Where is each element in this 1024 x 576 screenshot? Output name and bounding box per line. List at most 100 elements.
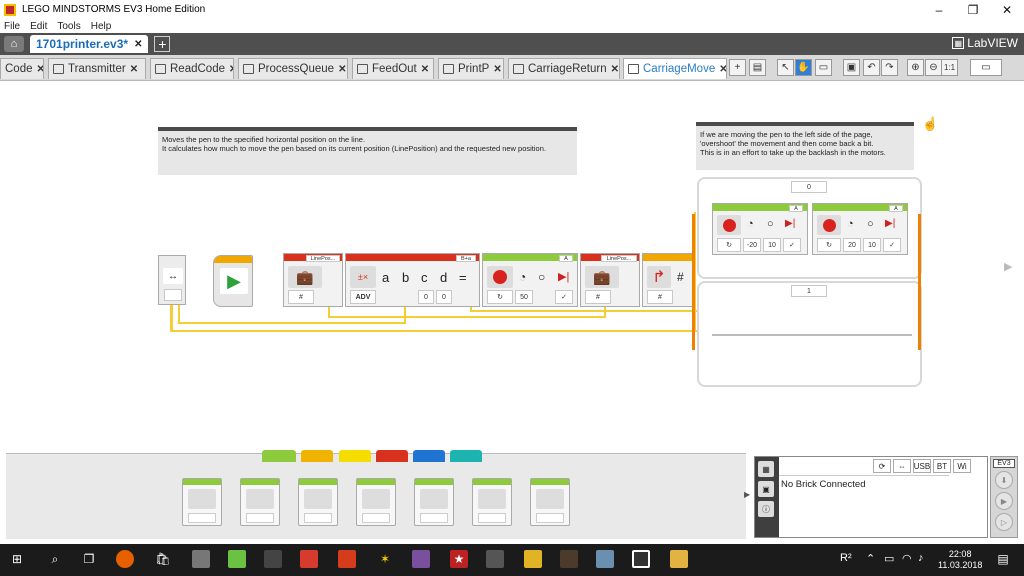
menu-help[interactable]: Help	[91, 21, 112, 32]
taskbar-app-icon[interactable]	[596, 550, 614, 568]
taskbar-app-icon[interactable]: ✶	[376, 550, 394, 568]
tray-label[interactable]: R²	[840, 552, 852, 564]
taskbar-app-icon[interactable]	[560, 550, 578, 568]
taskbar-app-icon[interactable]	[192, 550, 210, 568]
variable-write-block[interactable]: LinePos... 💼 #	[580, 253, 640, 307]
taskbar-app-icon[interactable]	[228, 550, 246, 568]
motor-power-value[interactable]: 20	[843, 238, 861, 252]
brick-info-icon[interactable]: ▦	[758, 461, 774, 477]
palette-move-tank[interactable]	[356, 478, 396, 526]
taskbar-app-icon[interactable]	[338, 550, 356, 568]
close-project-icon[interactable]: ✕	[134, 39, 142, 50]
palette-tab-advanced[interactable]	[413, 450, 445, 462]
content-editor-icon[interactable]: ▤	[749, 59, 766, 76]
motor-degrees-value[interactable]: 10	[763, 238, 781, 252]
port-view-icon[interactable]: ▣	[758, 481, 774, 497]
brake-check-icon[interactable]: ✓	[783, 238, 801, 252]
add-project-button[interactable]: +	[154, 36, 171, 52]
system-clock[interactable]: 22:08 11.03.2018	[938, 549, 982, 571]
motor-port[interactable]: A	[559, 255, 573, 262]
close-tab-icon[interactable]: ✕	[493, 64, 501, 75]
palette-tab-sensor[interactable]	[339, 450, 371, 462]
select-tool-icon[interactable]: ↖	[777, 59, 794, 76]
connect-icon[interactable]: ⇔	[893, 459, 911, 473]
program-tab-code[interactable]: Code ✕	[0, 58, 44, 79]
zoom-out-icon[interactable]: ⊖	[925, 59, 942, 76]
math-input-a[interactable]: a	[382, 270, 389, 285]
redo-icon[interactable]: ↷	[881, 59, 898, 76]
volume-icon[interactable]: ♪	[918, 552, 924, 564]
input-parameter-block[interactable]: ↔	[158, 255, 186, 305]
download-run-icon[interactable]: ▶	[995, 492, 1013, 510]
start-block[interactable]: ▶	[213, 255, 253, 307]
wifi-icon[interactable]: ◠	[902, 552, 912, 565]
switch-block[interactable]: ↱ # #	[642, 253, 694, 307]
math-input-b[interactable]: b	[402, 270, 409, 285]
network-icon[interactable]: ▭	[884, 552, 894, 565]
motor-port[interactable]: A	[889, 205, 903, 212]
roblox-icon[interactable]	[300, 550, 318, 568]
motor-power-value[interactable]: -20	[743, 238, 761, 252]
sub-motor-block-2[interactable]: A ◔ ○ ▶| ↻ 20 10 ✓	[812, 203, 908, 255]
program-tab-carriagemove[interactable]: CarriageMove ✕	[623, 58, 727, 79]
menu-file[interactable]: File	[4, 21, 20, 32]
brake-check-icon[interactable]: ✓	[555, 290, 573, 304]
usb-button[interactable]: USB	[913, 459, 931, 473]
variable-mode-icon[interactable]: #	[288, 290, 314, 304]
math-value-c[interactable]: 0	[418, 290, 434, 304]
zoom-reset-button[interactable]: 1:1	[941, 59, 958, 76]
close-tab-icon[interactable]: ✕	[37, 64, 44, 75]
windows-start-icon[interactable]: ⊞	[8, 550, 26, 568]
comment-tool-icon[interactable]: ▭	[815, 59, 832, 76]
program-tab-carriagereturn[interactable]: CarriageReturn ✕	[508, 58, 620, 79]
program-tab-processqueue[interactable]: ProcessQueue ✕	[238, 58, 348, 79]
switch-input-hash[interactable]: #	[677, 270, 684, 284]
comment-block[interactable]: If we are moving the pen to the left sid…	[696, 122, 914, 170]
add-program-button[interactable]: +	[729, 59, 746, 76]
motor-mode-icon[interactable]: ↻	[717, 238, 741, 252]
motor-port[interactable]: A	[789, 205, 803, 212]
taskbar-app-icon[interactable]	[264, 550, 282, 568]
math-value-d[interactable]: 0	[436, 290, 452, 304]
case-value-0[interactable]: 0	[791, 181, 827, 193]
run-selected-icon[interactable]: ▷	[995, 513, 1013, 531]
brake-check-icon[interactable]: ✓	[883, 238, 901, 252]
variable-read-block[interactable]: LinePos... 💼 #	[283, 253, 343, 307]
math-block[interactable]: B+a ±× a b c d = ADV 0 0	[345, 253, 480, 307]
program-tab-feedout[interactable]: FeedOut ✕	[352, 58, 434, 79]
close-window-button[interactable]: ✕	[990, 0, 1024, 19]
palette-tab-myblocks[interactable]	[450, 450, 482, 462]
motor-mode-icon[interactable]: ↻	[817, 238, 841, 252]
close-tab-icon[interactable]: ✕	[338, 64, 346, 75]
scroll-right-icon[interactable]: ▶	[1004, 260, 1012, 273]
pan-tool-icon[interactable]: ✋	[795, 59, 812, 76]
palette-large-motor[interactable]	[240, 478, 280, 526]
taskbar-app-icon[interactable]: ★	[450, 550, 468, 568]
robot-educator-icon[interactable]: ▭	[970, 59, 1002, 76]
variable-name[interactable]: LinePos...	[306, 255, 340, 262]
wifi-button[interactable]: Wi	[953, 459, 971, 473]
close-tab-icon[interactable]: ✕	[611, 64, 619, 75]
math-equation[interactable]: B+a	[456, 255, 476, 262]
motor-power-value[interactable]: 50	[515, 290, 533, 304]
palette-tab-action[interactable]	[262, 450, 296, 462]
math-input-d[interactable]: d	[440, 270, 447, 285]
undo-icon[interactable]: ↶	[863, 59, 880, 76]
lobby-home-icon[interactable]: ⌂	[4, 36, 24, 52]
palette-tab-data[interactable]	[376, 450, 408, 462]
palette-brick-light[interactable]	[530, 478, 570, 526]
palette-medium-motor[interactable]	[182, 478, 222, 526]
refresh-icon[interactable]: ⟳	[873, 459, 891, 473]
program-tab-readcode[interactable]: ReadCode ✕	[150, 58, 234, 79]
palette-sound[interactable]	[472, 478, 512, 526]
math-mode-selector[interactable]: ADV	[350, 290, 376, 304]
motor-mode-icon[interactable]: ↻	[487, 290, 513, 304]
palette-tab-flow[interactable]	[301, 450, 333, 462]
program-tab-printp[interactable]: PrintP ✕	[438, 58, 504, 79]
math-input-c[interactable]: c	[421, 270, 428, 285]
comment-block[interactable]: Moves the pen to the specified horizonta…	[158, 127, 577, 175]
save-icon[interactable]: ▣	[843, 59, 860, 76]
variable-mode-icon[interactable]: #	[585, 290, 611, 304]
restore-button[interactable]: ❐	[956, 0, 990, 19]
bluetooth-button[interactable]: BT	[933, 459, 951, 473]
